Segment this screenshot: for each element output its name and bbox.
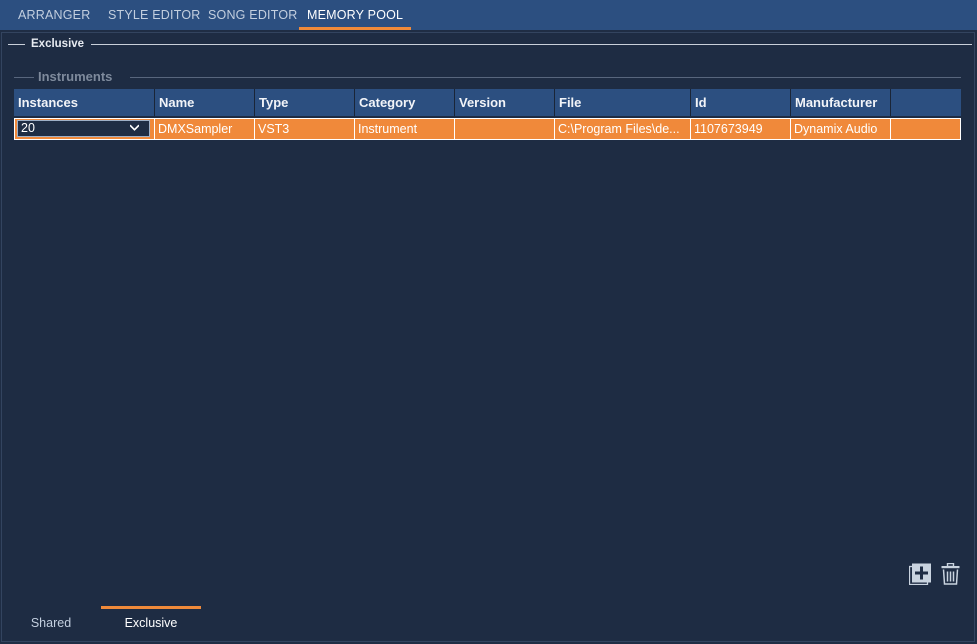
instances-value: 20 [21,121,35,135]
column-header-manufacturer[interactable]: Manufacturer [791,89,891,116]
column-header-type[interactable]: Type [255,89,355,116]
instruments-table: Instances Name Type Category Version Fil… [14,89,961,140]
column-header-instances[interactable]: Instances [14,89,155,116]
column-header-name[interactable]: Name [155,89,255,116]
table-row[interactable]: 20 DMXSampler VST3 Instrument C:\Program… [14,118,961,140]
tab-arranger[interactable]: ARRANGER [18,0,90,30]
group-title: Instruments [38,69,113,84]
add-square-icon [908,563,931,586]
add-instrument-button[interactable] [908,563,932,586]
bottom-tab-shared[interactable]: Shared [18,606,84,642]
group-line-left [14,77,34,78]
tab-memory-pool[interactable]: MEMORY POOL [298,0,412,30]
section-line-right [91,44,972,45]
section-title: Exclusive [31,38,85,50]
cell-version [455,118,555,140]
top-tab-bar: ARRANGER STYLE EDITOR SONG EDITOR MEMORY… [0,0,977,30]
bottom-tab-exclusive[interactable]: Exclusive [101,606,201,642]
cell-instances: 20 [14,118,155,140]
cell-type: VST3 [255,118,355,140]
delete-instrument-button[interactable] [941,562,960,585]
tab-song-editor[interactable]: SONG EDITOR [208,0,297,30]
cell-manufacturer: Dynamix Audio [791,118,891,140]
group-line-right [130,77,961,78]
section-line-left [8,44,25,45]
instances-select[interactable]: 20 [17,120,150,137]
column-header-category[interactable]: Category [355,89,455,116]
column-header-id[interactable]: Id [691,89,791,116]
cell-category: Instrument [355,118,455,140]
column-header-file[interactable]: File [555,89,691,116]
column-header-version[interactable]: Version [455,89,555,116]
tab-style-editor[interactable]: STYLE EDITOR [108,0,200,30]
trash-icon [941,562,960,585]
chevron-down-icon [130,124,139,131]
cell-empty [891,118,961,140]
cell-file: C:\Program Files\de... [555,118,691,140]
cell-name: DMXSampler [155,118,255,140]
column-header-empty [891,89,961,116]
table-header: Instances Name Type Category Version Fil… [14,89,961,116]
cell-id: 1107673949 [691,118,791,140]
